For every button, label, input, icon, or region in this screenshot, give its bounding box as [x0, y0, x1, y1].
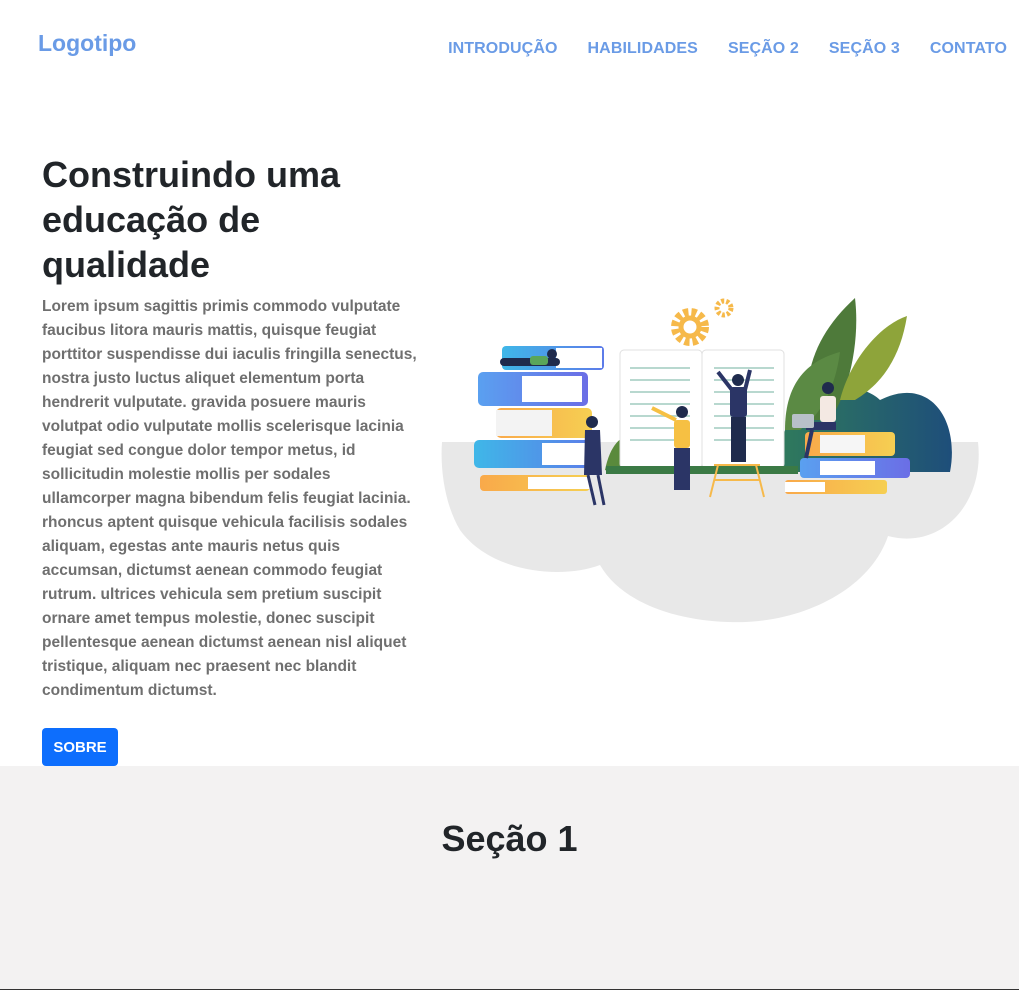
- site-header: Logotipo INTRODUÇÃO HABILIDADES SEÇÃO 2 …: [0, 0, 1019, 90]
- section-1-title: Seção 1: [441, 818, 578, 859]
- nav-secao-2[interactable]: SEÇÃO 2: [728, 40, 799, 58]
- hero-section: Construindo uma educação de qualidade Lo…: [42, 152, 422, 703]
- education-illustration: [440, 290, 985, 630]
- education-illustration-image: [441, 298, 979, 623]
- nav-introducao[interactable]: INTRODUÇÃO: [448, 40, 557, 58]
- nav-habilidades[interactable]: HABILIDADES: [588, 40, 698, 58]
- nav-contato[interactable]: CONTATO: [930, 40, 1007, 58]
- section-1: Seção 1: [0, 766, 1019, 990]
- hero-title: Construindo uma educação de qualidade: [42, 154, 340, 285]
- nav-secao-3[interactable]: SEÇÃO 3: [829, 40, 900, 58]
- logo[interactable]: Logotipo: [38, 30, 136, 57]
- hero-paragraph: Lorem ipsum sagittis primis commodo vulp…: [42, 298, 417, 699]
- main-nav: INTRODUÇÃO HABILIDADES SEÇÃO 2 SEÇÃO 3 C…: [448, 40, 1007, 58]
- sobre-button[interactable]: SOBRE: [42, 728, 118, 766]
